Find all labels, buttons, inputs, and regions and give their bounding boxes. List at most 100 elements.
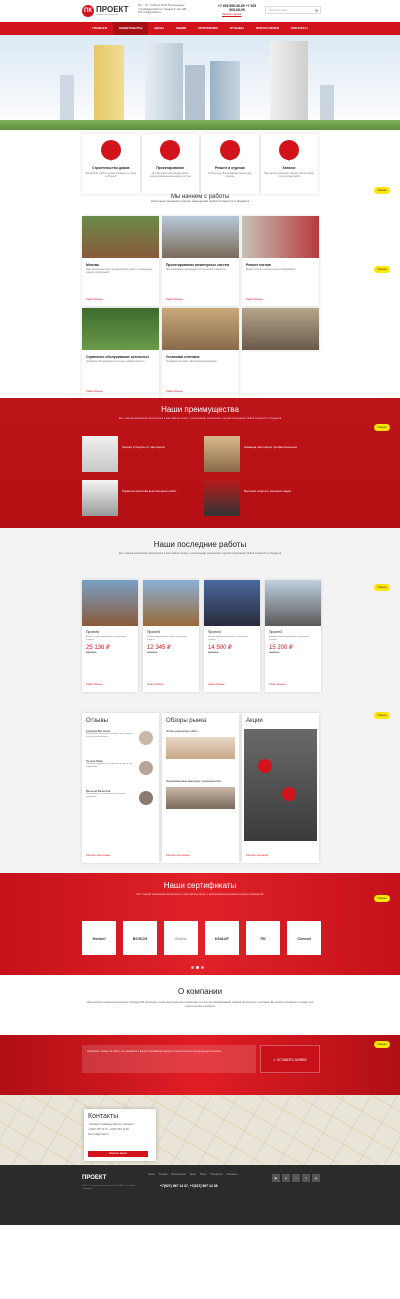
- nav-item-prices[interactable]: ЦЕНЫ: [148, 22, 169, 35]
- more-link[interactable]: Узнать больше: [166, 298, 183, 301]
- service-card[interactable]: Монтаж Наш монтаж включает полный компле…: [82, 216, 159, 306]
- feature-card[interactable]: Ремонт и отделка Полностью оборудованная …: [201, 134, 259, 194]
- logo[interactable]: ПК ПРОЕКТ строительная компания: [82, 5, 130, 17]
- market-item[interactable]: Этапы ремонтных работ: [162, 729, 239, 779]
- search-input[interactable]: Поиск по сайту ⚲: [265, 6, 321, 14]
- search-icon[interactable]: ⚲: [315, 8, 318, 13]
- more-link[interactable]: Узнать больше: [86, 298, 103, 301]
- new-badge[interactable]: Новинки: [374, 712, 390, 719]
- footer-link[interactable]: Контакты: [227, 1173, 237, 1176]
- callback-button[interactable]: Заказать звонок: [88, 1151, 148, 1157]
- footer-link[interactable]: Отзывы: [159, 1173, 168, 1176]
- more-link[interactable]: Узнать больше: [86, 390, 103, 393]
- service-text: Установка септиков и автономной канализа…: [166, 361, 217, 363]
- new-badge[interactable]: Новинки: [374, 1041, 390, 1048]
- market-item-title: Однокомнатные квартиры: преимущества: [166, 779, 221, 783]
- new-badge[interactable]: Новинки: [374, 187, 390, 194]
- footer-link[interactable]: Цены: [190, 1173, 196, 1176]
- new-badge[interactable]: Новинки: [374, 584, 390, 591]
- more-link[interactable]: Узнать больше: [246, 298, 263, 301]
- header-phone-2[interactable]: 505-08-99: [213, 8, 261, 12]
- nav-item-gallery[interactable]: ФОТОГАЛЕРЕЯ: [250, 22, 285, 35]
- carousel-dots: [190, 965, 205, 970]
- advantage-text: Скидки и бонусы от партнеров: [122, 445, 165, 449]
- nav-item-reviews[interactable]: ОТЗЫВЫ: [224, 22, 250, 35]
- work-card[interactable]: Проект3 Нашим подписчикам проект предлож…: [265, 580, 321, 692]
- cert-logo[interactable]: KNAUF: [205, 921, 239, 955]
- footer-logo[interactable]: ПРОЕКТ: [82, 1175, 106, 1181]
- request-input[interactable]: Оформите заявку на сайте, мы свяжемся с …: [82, 1045, 256, 1073]
- instagram-icon[interactable]: ◎: [312, 1174, 320, 1182]
- service-text: Проектирование инженерных систем любой с…: [166, 269, 226, 271]
- nav-item-promos[interactable]: АКЦИИ: [170, 22, 193, 35]
- work-card[interactable]: Проект6 Нашим подписчикам проект предлож…: [82, 580, 138, 692]
- building-white: [145, 43, 183, 125]
- market-item[interactable]: Однокомнатные квартиры: преимущества: [162, 779, 239, 829]
- advantage-text: Команда настоящих профессионалов: [244, 445, 297, 449]
- cert-logo[interactable]: BOSCH: [123, 921, 157, 955]
- contacts-email[interactable]: Info.msk@proekt.ru: [88, 1133, 152, 1136]
- header-email[interactable]: Info.msk@proekt.ru: [138, 11, 186, 15]
- youtube-icon[interactable]: ▶: [272, 1174, 280, 1182]
- service-card[interactable]: Проектирование инженерных систем Проекти…: [162, 216, 239, 306]
- cert-logo[interactable]: Coresil: [287, 921, 321, 955]
- work-card[interactable]: Проект4 Нашим подписчикам проект предлож…: [204, 580, 260, 692]
- map[interactable]: Контакты г. Москва, Стройиндустрия пр-т …: [0, 1095, 400, 1165]
- more-link[interactable]: Узнать больше: [208, 683, 225, 686]
- building-far: [320, 85, 334, 125]
- footer: ПРОЕКТ 2017 © Строительная компания ПРОЕ…: [0, 1165, 400, 1225]
- more-link[interactable]: Узнать больше: [166, 390, 183, 393]
- new-badge[interactable]: Новинки: [374, 424, 390, 431]
- carousel-dot[interactable]: [196, 966, 199, 969]
- carousel-dot[interactable]: [201, 966, 204, 969]
- callback-link[interactable]: Заказать звонок: [222, 13, 241, 16]
- feature-card[interactable]: Строительство домов Общий дом любого уров…: [82, 134, 140, 194]
- contacts-address: г. Москва, Стройиндустрия пр-т Ленина 3: [88, 1123, 134, 1126]
- vk-icon[interactable]: в: [282, 1174, 290, 1182]
- twitter-icon[interactable]: t: [292, 1174, 300, 1182]
- advantage-image: [82, 480, 118, 516]
- service-card[interactable]: Установка септиков Установка септиков и …: [162, 308, 239, 398]
- footer-copyright: 2017 © Строительная компания ПРОЕКТ, все…: [82, 1185, 135, 1190]
- footer-link[interactable]: Акции: [148, 1173, 155, 1176]
- service-card[interactable]: Сервисное обслуживание котельных Сервисн…: [82, 308, 159, 398]
- work-old-price: 17 500 ₽: [269, 650, 280, 654]
- nav-item-portfolio[interactable]: ПОРТФОЛИО: [192, 22, 224, 35]
- cert-logo[interactable]: Henkel: [82, 921, 116, 955]
- review-text: Хорошая компания, всё сделали в срок и б…: [86, 763, 133, 768]
- footer-link[interactable]: Портфолио: [210, 1173, 223, 1176]
- section-title: Наши сертификаты: [163, 881, 237, 890]
- nav-item-home[interactable]: ГЛАВНАЯ: [86, 22, 113, 35]
- more-link[interactable]: Узнать больше: [86, 683, 103, 686]
- building-blue: [210, 61, 240, 125]
- feature-card[interactable]: Каталог Наш каталог включает каталог стро…: [260, 134, 318, 194]
- more-link[interactable]: Смотреть все отзывы: [86, 854, 110, 857]
- service-card[interactable]: Ремонт котлов Ремонт котлов и отопительн…: [242, 216, 319, 306]
- more-link[interactable]: Смотреть все обзоры: [166, 854, 190, 857]
- new-badge[interactable]: Новинки: [374, 266, 390, 273]
- work-card[interactable]: Проект5 Нашим подписчикам проект предлож…: [143, 580, 199, 692]
- work-name: Проект6: [86, 630, 100, 634]
- footer-phone[interactable]: +7(927) 567 14 37, +7(927) 567 14 38: [160, 1184, 218, 1188]
- facebook-icon[interactable]: f: [302, 1174, 310, 1182]
- work-image: [143, 580, 199, 626]
- work-price: 25 136 ₽: [86, 644, 110, 651]
- footer-link[interactable]: Фотогалерея: [171, 1173, 185, 1176]
- cert-logo[interactable]: Grohe: [164, 921, 198, 955]
- advantage-item: Скидки и бонусы от партнеров: [82, 436, 202, 474]
- carousel-dot[interactable]: [191, 966, 194, 969]
- feature-card[interactable]: Проектирование Состав проектной документа…: [141, 134, 199, 194]
- cert-logo[interactable]: ПК: [246, 921, 280, 955]
- nav-item-contacts[interactable]: КОНТАКТЫ: [285, 22, 314, 35]
- section-title: Наши преимущества: [161, 405, 239, 414]
- submit-request-button[interactable]: ✔ ОСТАВИТЬ ЗАЯВКУ: [260, 1045, 320, 1073]
- contacts-phone[interactable]: +7(927) 567 14 37, +7(927) 567 14 38: [88, 1128, 152, 1131]
- new-badge[interactable]: Новинки: [374, 895, 390, 902]
- promo-image[interactable]: [244, 729, 317, 841]
- pin-icon: [219, 140, 240, 161]
- footer-link[interactable]: Наши: [200, 1173, 206, 1176]
- nav-item-works[interactable]: НАШИ РАБОТЫ: [112, 22, 149, 35]
- more-link[interactable]: Смотреть все акции: [246, 854, 268, 857]
- more-link[interactable]: Узнать больше: [269, 683, 286, 686]
- more-link[interactable]: Узнать больше: [147, 683, 164, 686]
